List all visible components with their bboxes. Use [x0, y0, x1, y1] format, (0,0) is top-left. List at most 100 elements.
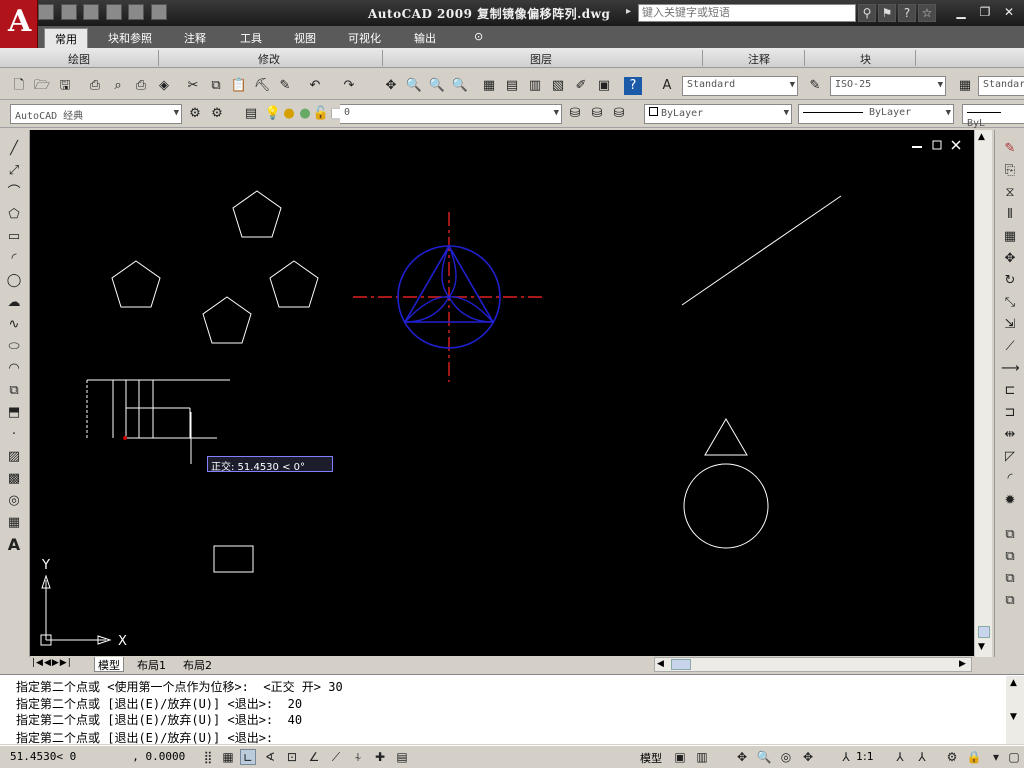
send-to-back-icon[interactable]: ⧉ — [1001, 570, 1019, 588]
scroll-thumb[interactable] — [978, 626, 990, 638]
tab-layout1[interactable]: 布局1 — [134, 657, 169, 672]
calculator-icon[interactable]: ▣ — [595, 77, 613, 95]
extend-icon[interactable]: ⟶ — [1001, 360, 1020, 378]
dim-style-icon[interactable]: ✎ — [806, 77, 824, 95]
redo-icon[interactable]: ↷ — [340, 77, 358, 95]
panel-annotation[interactable]: 注释 — [748, 51, 770, 67]
minimize-button[interactable]: ▁ — [952, 4, 970, 20]
pentagon-shape[interactable] — [202, 296, 252, 344]
layer-properties-icon[interactable]: ▤ — [242, 105, 260, 123]
bring-above-icon[interactable]: ⧉ — [1001, 592, 1019, 610]
dynamic-input-icon[interactable]: ⍭ — [350, 749, 366, 765]
grid-display-icon[interactable]: ▦ — [220, 749, 236, 765]
zoom-icon[interactable]: 🔍 — [756, 749, 772, 765]
customize-icon[interactable]: ⚙ — [208, 105, 226, 123]
small-triangle[interactable] — [704, 418, 748, 456]
table-style-select[interactable]: Standar — [978, 76, 1024, 96]
mirror-icon[interactable]: ⧖ — [1001, 184, 1019, 202]
panel-layers[interactable]: 图层 — [530, 51, 552, 67]
point-icon[interactable]: · — [5, 426, 23, 444]
scroll-up-icon[interactable]: ▲ — [1010, 678, 1017, 688]
tab-annotate[interactable]: 注释 — [174, 28, 216, 48]
circle-triangle-group[interactable] — [353, 212, 543, 382]
markup-icon[interactable]: ✐ — [572, 77, 590, 95]
polygon-icon[interactable]: ⬠ — [5, 206, 23, 224]
layer-state-icon[interactable]: ⛁ — [610, 105, 628, 123]
auto-scale-icon[interactable]: ⅄ — [914, 749, 930, 765]
small-rectangle[interactable] — [213, 545, 254, 573]
construction-line-icon[interactable]: ⤢ — [5, 162, 23, 180]
diagonal-line[interactable] — [681, 195, 842, 306]
tool-palettes-icon[interactable]: ▥ — [526, 77, 544, 95]
open-file-icon[interactable] — [60, 4, 77, 20]
large-circle[interactable] — [683, 463, 769, 549]
toolbar-lock-icon[interactable]: 🔒 — [966, 749, 982, 765]
drawing-svg[interactable]: Y X — [30, 130, 974, 656]
rectangle-icon[interactable]: ▭ — [5, 228, 23, 246]
bring-to-front-icon[interactable]: ⧉ — [1001, 548, 1019, 566]
help-icon[interactable]: ? — [898, 4, 916, 22]
command-input-line[interactable]: 指定第二个点或 [退出(E)/放弃(U)] <退出>: — [16, 729, 273, 746]
chamfer-icon[interactable]: ◸ — [1001, 448, 1019, 466]
hscroll-thumb[interactable] — [671, 659, 691, 670]
cut-icon[interactable]: ✂ — [184, 77, 202, 95]
viewport-close-icon[interactable] — [951, 140, 961, 150]
scroll-left-icon[interactable]: ◀ — [657, 659, 664, 669]
save-icon[interactable]: 🖫 — [56, 77, 74, 95]
trim-icon[interactable]: ⟋ — [1001, 338, 1019, 356]
close-button[interactable]: ✕ — [1000, 4, 1018, 20]
rotate-icon[interactable]: ↻ — [1001, 272, 1019, 290]
lineweight-select[interactable]: ByL — [962, 104, 1024, 129]
search-icon[interactable]: ⚲ — [858, 4, 876, 22]
gradient-icon[interactable]: ▩ — [5, 470, 23, 488]
undo-icon[interactable] — [105, 4, 122, 20]
arc-icon[interactable]: ◜ — [5, 250, 23, 268]
showmotion-icon[interactable]: ◎ — [778, 749, 794, 765]
clean-screen-icon[interactable]: ▢ — [1006, 749, 1022, 765]
ellipse-arc-icon[interactable]: ◠ — [5, 360, 23, 378]
panel-block[interactable]: 块 — [860, 51, 871, 67]
search-input[interactable] — [638, 4, 856, 22]
scale-icon[interactable]: ⤡ — [1001, 294, 1019, 312]
workspace-select[interactable]: AutoCAD 经典 ▼ — [10, 104, 182, 124]
block-editor-icon[interactable]: ✎ — [276, 77, 294, 95]
snap-mode-icon[interactable]: ⣿ — [200, 749, 216, 765]
pentagon-shape[interactable] — [232, 190, 282, 238]
design-center-icon[interactable]: ▤ — [503, 77, 521, 95]
object-snap-icon[interactable]: ⊡ — [284, 749, 300, 765]
explode-icon[interactable]: ✹ — [1001, 492, 1019, 510]
command-window[interactable]: 指定第二个点或 <使用第一个点作为位移>: <正交 开> 30 指定第二个点或 … — [0, 674, 1024, 746]
zoom-window-icon[interactable]: 🔍 — [428, 77, 446, 95]
new-file-icon[interactable] — [38, 4, 54, 20]
workspace-switching-icon[interactable]: ⚙ — [944, 749, 960, 765]
plot-icon[interactable] — [150, 4, 167, 20]
offset-icon[interactable]: ⫴ — [1001, 206, 1019, 224]
pan-icon[interactable]: ✥ — [382, 77, 400, 95]
zoom-realtime-icon[interactable]: 🔍 — [405, 77, 423, 95]
ribbon-minimize-icon[interactable]: ⊙ — [464, 28, 493, 48]
erase-icon[interactable]: ✎ — [1001, 140, 1019, 158]
make-block-icon[interactable]: ⬒ — [5, 404, 23, 422]
region-icon[interactable]: ◎ — [5, 492, 23, 510]
model-space-label[interactable]: 模型 — [640, 750, 662, 766]
status-menu-icon[interactable]: ▾ — [988, 749, 1004, 765]
tab-model[interactable]: 模型 — [94, 657, 124, 672]
tab-visualize[interactable]: 可视化 — [338, 28, 391, 48]
ellipse-icon[interactable]: ⬭ — [5, 338, 23, 356]
redo-icon[interactable] — [128, 4, 144, 20]
quick-view-drawings-icon[interactable]: ▥ — [694, 749, 710, 765]
break-at-point-icon[interactable]: ⊏ — [1001, 382, 1019, 400]
publish-icon[interactable]: ⎙ — [132, 77, 150, 95]
dynamic-ucs-icon[interactable]: ⟋ — [328, 749, 344, 765]
object-snap-tracking-icon[interactable]: ∠ — [306, 749, 322, 765]
scroll-up-icon[interactable]: ▲ — [978, 132, 985, 142]
circle-icon[interactable]: ◯ — [5, 272, 23, 290]
polyline-icon[interactable]: ⌒ — [5, 184, 23, 202]
sheet-set-icon[interactable]: ▧ — [549, 77, 567, 95]
tab-view[interactable]: 视图 — [284, 28, 326, 48]
scroll-down-icon[interactable]: ▼ — [978, 642, 985, 652]
3d-dwf-icon[interactable]: ◈ — [155, 77, 173, 95]
array-icon[interactable]: ▦ — [1001, 228, 1019, 246]
fillet-icon[interactable]: ◜ — [1001, 470, 1019, 488]
zoom-previous-icon[interactable]: 🔍 — [451, 77, 469, 95]
